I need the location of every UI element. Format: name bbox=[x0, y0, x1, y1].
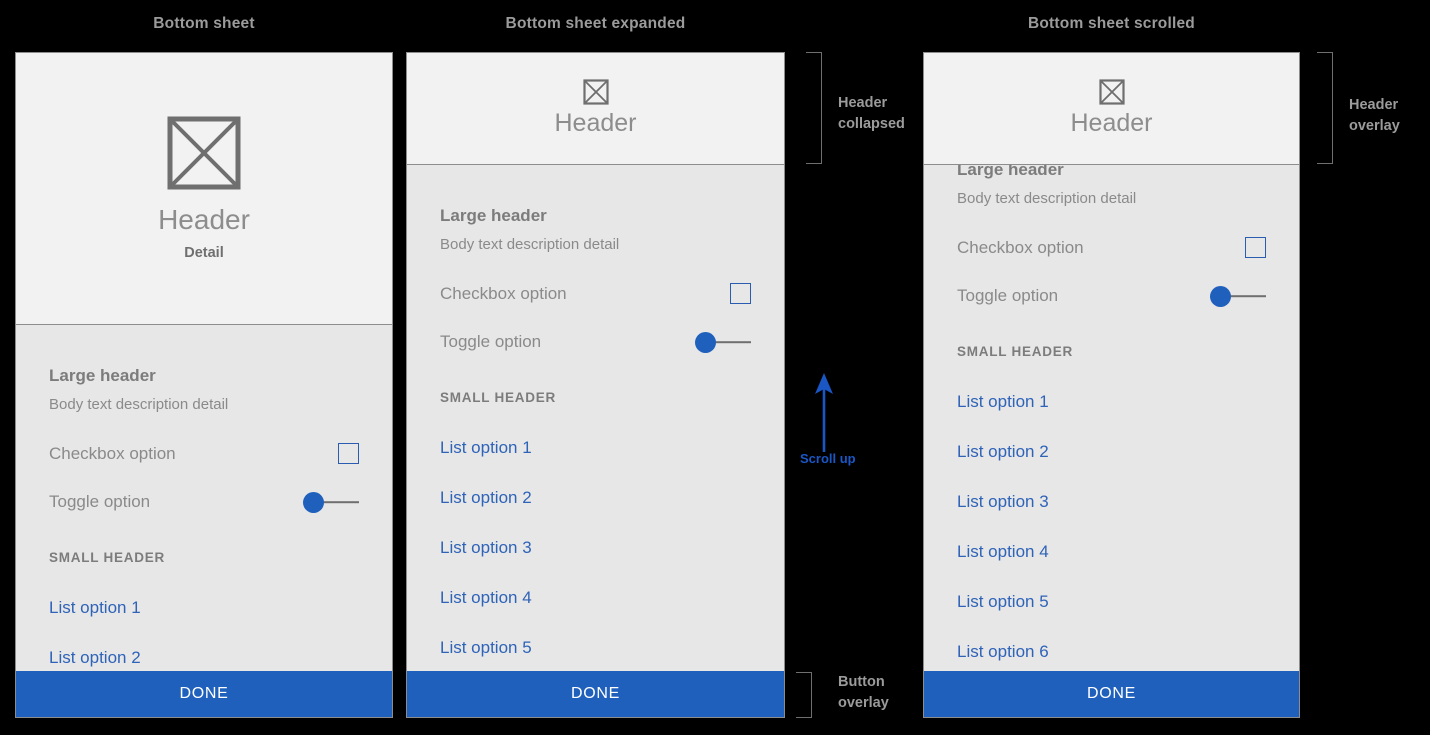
checkbox-input[interactable] bbox=[1245, 237, 1266, 258]
annotation-header-collapsed: Header collapsed bbox=[838, 95, 905, 133]
bracket-button-overlay bbox=[796, 672, 812, 718]
annotation-scroll-up: Scroll up bbox=[800, 451, 856, 466]
small-header: SMALL HEADER bbox=[957, 344, 1074, 359]
checkbox-option-label: Checkbox option bbox=[957, 237, 1084, 257]
list-item[interactable]: List option 2 bbox=[957, 442, 1266, 462]
list-item[interactable]: List option 6 bbox=[957, 642, 1266, 662]
list-item[interactable]: List option 2 bbox=[440, 488, 751, 508]
toggle-option-label: Toggle option bbox=[49, 492, 151, 511]
body-text: Body text description detail bbox=[957, 190, 1137, 207]
toggle-knob[interactable] bbox=[695, 331, 716, 353]
bracket-header-collapsed bbox=[806, 52, 822, 164]
toggle-switch[interactable] bbox=[1210, 285, 1266, 307]
list-item[interactable]: List option 5 bbox=[440, 638, 751, 658]
crossed-box-image-icon bbox=[582, 79, 609, 105]
checkbox-input[interactable] bbox=[338, 443, 359, 464]
toggle-option-row[interactable]: Toggle option bbox=[49, 491, 359, 513]
list-item[interactable]: List option 1 bbox=[49, 598, 359, 618]
sheet-header-title: Header bbox=[158, 204, 250, 235]
large-header: Large header bbox=[49, 366, 156, 385]
done-button[interactable]: DONE bbox=[407, 671, 784, 717]
toggle-track bbox=[711, 341, 751, 343]
done-button[interactable]: DONE bbox=[924, 671, 1299, 717]
toggle-knob[interactable] bbox=[303, 491, 324, 513]
toggle-option-label: Toggle option bbox=[440, 332, 542, 351]
list-item[interactable]: List option 2 bbox=[49, 648, 359, 668]
sheet-header-collapsed: Header bbox=[407, 53, 784, 165]
annotation-button-overlay: Button overlay bbox=[838, 674, 889, 712]
checkbox-option-row[interactable]: Checkbox option bbox=[957, 237, 1266, 258]
toggle-knob[interactable] bbox=[1210, 285, 1231, 307]
bracket-header-overlay bbox=[1317, 52, 1333, 164]
toggle-track bbox=[319, 501, 359, 503]
panel-bottom-sheet: Header Detail Large header Body text des… bbox=[15, 52, 393, 718]
annotation-header-overlay: Header overlay bbox=[1349, 97, 1400, 135]
crossed-box-image-icon bbox=[167, 116, 241, 190]
toggle-option-row[interactable]: Toggle option bbox=[440, 331, 751, 353]
panel-bottom-sheet-expanded: Header Large header Body text descriptio… bbox=[406, 52, 785, 718]
wireframe-canvas: Bottom sheet Bottom sheet expanded Botto… bbox=[0, 0, 1430, 735]
toggle-option-row[interactable]: Toggle option bbox=[957, 285, 1266, 307]
list-item[interactable]: List option 3 bbox=[957, 492, 1266, 512]
list-item[interactable]: List option 1 bbox=[440, 438, 751, 458]
sheet-header-large: Header Detail bbox=[16, 53, 392, 325]
checkbox-input[interactable] bbox=[730, 283, 751, 304]
crossed-box-image-icon bbox=[1098, 79, 1125, 105]
toggle-option-label: Toggle option bbox=[957, 286, 1059, 305]
panel-bottom-sheet-scrolled: Large header Body text description detai… bbox=[923, 52, 1300, 718]
sheet-header-title: Header bbox=[1070, 109, 1153, 137]
caption-bottom-sheet-expanded: Bottom sheet expanded bbox=[505, 15, 686, 32]
sheet-header-title: Header bbox=[554, 109, 637, 137]
sheet-header-overlay: Header bbox=[924, 53, 1299, 165]
checkbox-option-row[interactable]: Checkbox option bbox=[49, 443, 359, 464]
small-header: SMALL HEADER bbox=[440, 390, 557, 405]
checkbox-option-label: Checkbox option bbox=[49, 443, 176, 463]
toggle-track bbox=[1226, 295, 1266, 297]
caption-bottom-sheet-scrolled: Bottom sheet scrolled bbox=[1028, 15, 1195, 32]
body-text: Body text description detail bbox=[49, 396, 229, 413]
scroll-up-arrow-icon bbox=[808, 372, 840, 457]
list-item[interactable]: List option 1 bbox=[957, 392, 1266, 412]
checkbox-option-label: Checkbox option bbox=[440, 283, 567, 303]
large-header: Large header bbox=[440, 206, 547, 225]
caption-bottom-sheet: Bottom sheet bbox=[153, 15, 255, 32]
list-item[interactable]: List option 4 bbox=[957, 542, 1266, 562]
sheet-header-detail: Detail bbox=[184, 245, 224, 261]
small-header: SMALL HEADER bbox=[49, 550, 166, 565]
done-button[interactable]: DONE bbox=[16, 671, 392, 717]
sheet-body[interactable]: Large header Body text description detai… bbox=[16, 325, 392, 668]
checkbox-option-row[interactable]: Checkbox option bbox=[440, 283, 751, 304]
toggle-switch[interactable] bbox=[303, 491, 359, 513]
list-item[interactable]: List option 5 bbox=[957, 592, 1266, 612]
sheet-body[interactable]: Large header Body text description detai… bbox=[407, 165, 784, 658]
body-text: Body text description detail bbox=[440, 236, 620, 253]
list-item[interactable]: List option 3 bbox=[440, 538, 751, 558]
list-item[interactable]: List option 4 bbox=[440, 588, 751, 608]
toggle-switch[interactable] bbox=[695, 331, 751, 353]
